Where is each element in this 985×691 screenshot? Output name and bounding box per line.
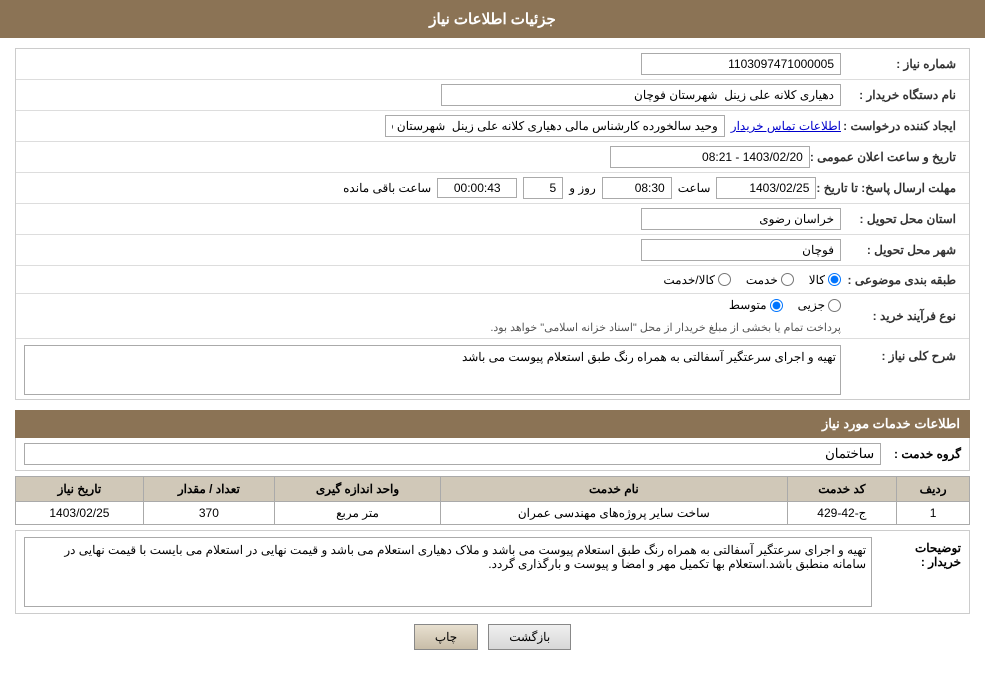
print-button[interactable]: چاپ [414, 624, 478, 650]
process-motavaset-radio[interactable] [770, 299, 783, 312]
description-row: شرح کلی نیاز : [16, 339, 969, 399]
buyer-notes-label: توضیحات خریدار : [880, 537, 961, 569]
group-row: گروه خدمت : [15, 438, 970, 471]
process-jozyi-label[interactable]: جزیی [798, 298, 841, 312]
cell-name: ساخت سایر پروژه‌های مهندسی عمران [441, 502, 787, 525]
page-header: جزئیات اطلاعات نیاز [0, 0, 985, 38]
services-section: اطلاعات خدمات مورد نیاز گروه خدمت : ردیف… [15, 410, 970, 525]
need-number-label: شماره نیاز : [841, 57, 961, 71]
creator-contact-link[interactable]: اطلاعات تماس خریدار [731, 119, 841, 133]
buyer-org-value-cell [24, 84, 841, 106]
col-date: تاریخ نیاز [16, 477, 144, 502]
button-row: بازگشت چاپ [15, 614, 970, 660]
category-kala-radio[interactable] [828, 273, 841, 286]
deadline-remaining-label: ساعت باقی مانده [343, 181, 431, 195]
category-value-cell: کالا خدمت کالا/خدمت [24, 273, 841, 287]
services-table: ردیف کد خدمت نام خدمت واحد اندازه گیری ت… [15, 476, 970, 525]
table-body: 1ج-42-429ساخت سایر پروژه‌های مهندسی عمرا… [16, 502, 970, 525]
col-name: نام خدمت [441, 477, 787, 502]
category-row: طبقه بندی موضوعی : کالا خدمت [16, 266, 969, 294]
deadline-remaining-box: 00:00:43 [437, 178, 517, 198]
announcement-row: تاریخ و ساعت اعلان عمومی : [16, 142, 969, 173]
cell-quantity: 370 [143, 502, 274, 525]
city-value-cell [24, 239, 841, 261]
buyer-notes-textarea[interactable] [24, 537, 872, 607]
table-header-row: ردیف کد خدمت نام خدمت واحد اندازه گیری ت… [16, 477, 970, 502]
table-row: 1ج-42-429ساخت سایر پروژه‌های مهندسی عمرا… [16, 502, 970, 525]
deadline-days-label: روز و [569, 181, 596, 195]
city-label: شهر محل تحویل : [841, 243, 961, 257]
process-description: پرداخت تمام یا بخشی از مبلغ خریدار از مح… [490, 321, 841, 334]
deadline-time-input[interactable] [602, 177, 672, 199]
creator-value-cell: اطلاعات تماس خریدار [24, 115, 841, 137]
category-kala-khedmat-label[interactable]: کالا/خدمت [663, 273, 730, 287]
category-kala-khedmat-radio[interactable] [718, 273, 731, 286]
province-value-cell [24, 208, 841, 230]
deadline-value-cell: ساعت روز و 00:00:43 ساعت باقی مانده [24, 177, 816, 199]
description-textarea[interactable] [24, 345, 841, 395]
announcement-label: تاریخ و ساعت اعلان عمومی : [810, 150, 961, 164]
cell-date: 1403/02/25 [16, 502, 144, 525]
city-row: شهر محل تحویل : [16, 235, 969, 266]
process-motavaset-label[interactable]: متوسط [729, 298, 783, 312]
category-khedmat-text: خدمت [746, 273, 778, 287]
cell-row: 1 [897, 502, 970, 525]
need-number-row: شماره نیاز : [16, 49, 969, 80]
city-input[interactable] [641, 239, 841, 261]
process-value-cell: جزیی متوسط پرداخت تمام یا بخشی از مبلغ خ… [24, 298, 841, 334]
category-khedmat-radio[interactable] [781, 273, 794, 286]
col-row: ردیف [897, 477, 970, 502]
buyer-org-label: نام دستگاه خریدار : [841, 88, 961, 102]
services-title: اطلاعات خدمات مورد نیاز [15, 410, 970, 438]
deadline-date-input[interactable] [716, 177, 816, 199]
need-number-input[interactable] [641, 53, 841, 75]
process-jozyi-radio[interactable] [828, 299, 841, 312]
announcement-value-cell [24, 146, 810, 168]
col-quantity: تعداد / مقدار [143, 477, 274, 502]
category-kala-text: کالا [809, 273, 825, 287]
announcement-input[interactable] [610, 146, 810, 168]
deadline-days-input[interactable] [523, 177, 563, 199]
col-unit: واحد اندازه گیری [274, 477, 440, 502]
cell-unit: متر مربع [274, 502, 440, 525]
info-section: شماره نیاز : نام دستگاه خریدار : ایجاد ک… [15, 48, 970, 400]
process-jozyi-text: جزیی [798, 298, 825, 312]
col-code: کد خدمت [787, 477, 897, 502]
deadline-label: مهلت ارسال پاسخ: تا تاریخ : [816, 181, 961, 195]
description-value-cell [24, 345, 841, 395]
description-label: شرح کلی نیاز : [841, 345, 961, 363]
creator-row: ایجاد کننده درخواست : اطلاعات تماس خریدا… [16, 111, 969, 142]
buyer-notes-row: توضیحات خریدار : [15, 530, 970, 614]
process-label: نوع فرآیند خرید : [841, 309, 961, 323]
buyer-org-row: نام دستگاه خریدار : [16, 80, 969, 111]
category-kala-khedmat-text: کالا/خدمت [663, 273, 714, 287]
province-input[interactable] [641, 208, 841, 230]
page-title: جزئیات اطلاعات نیاز [429, 11, 556, 28]
creator-label: ایجاد کننده درخواست : [841, 119, 961, 133]
need-number-value-cell [24, 53, 841, 75]
province-row: استان محل تحویل : [16, 204, 969, 235]
table-head: ردیف کد خدمت نام خدمت واحد اندازه گیری ت… [16, 477, 970, 502]
deadline-remaining-value: 00:00:43 [454, 181, 501, 195]
category-label: طبقه بندی موضوعی : [841, 273, 961, 287]
buyer-org-input[interactable] [441, 84, 841, 106]
back-button[interactable]: بازگشت [488, 624, 571, 650]
creator-input[interactable] [385, 115, 725, 137]
deadline-time-label: ساعت [678, 181, 711, 195]
group-label: گروه خدمت : [881, 447, 961, 461]
category-khedmat-label[interactable]: خدمت [746, 273, 794, 287]
process-motavaset-text: متوسط [729, 298, 767, 312]
cell-code: ج-42-429 [787, 502, 897, 525]
process-radio-group: جزیی متوسط [729, 298, 841, 312]
province-label: استان محل تحویل : [841, 212, 961, 226]
category-kala-label[interactable]: کالا [809, 273, 841, 287]
process-row: نوع فرآیند خرید : جزیی متوسط پرداخت تمام… [16, 294, 969, 339]
group-input[interactable] [24, 443, 881, 465]
deadline-row: مهلت ارسال پاسخ: تا تاریخ : ساعت روز و 0… [16, 173, 969, 204]
category-radio-group: کالا خدمت کالا/خدمت [663, 273, 841, 287]
